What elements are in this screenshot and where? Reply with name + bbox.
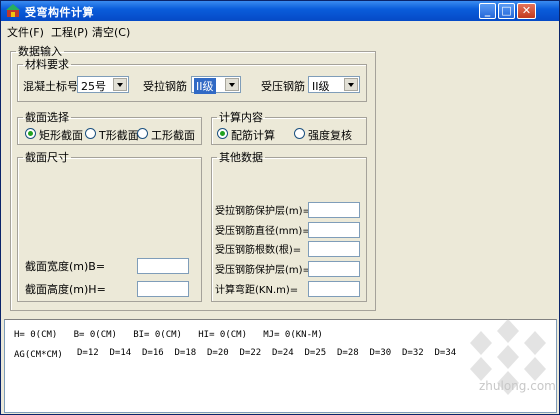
section-width-input[interactable] bbox=[137, 258, 189, 274]
diameter-value: D=24 bbox=[272, 348, 294, 358]
chevron-down-icon[interactable] bbox=[344, 78, 358, 91]
radio-t-section[interactable] bbox=[85, 128, 96, 139]
compression-cover-input[interactable] bbox=[308, 261, 360, 277]
other-data-legend: 其他数据 bbox=[219, 151, 263, 164]
window-title: 受弯构件计算 bbox=[25, 6, 94, 19]
diameter-value: D=18 bbox=[174, 348, 197, 358]
output-line-ag-label: AG(CM*CM) bbox=[14, 350, 63, 360]
diameter-value: D=22 bbox=[239, 348, 262, 358]
menu-file[interactable]: 文件(F) bbox=[7, 24, 44, 40]
app-window: 受弯构件计算 _ □ ✕ 文件(F) 工程(P) 清空(C) 数据输入 材料要求… bbox=[0, 0, 560, 415]
compression-steel-label: 受压钢筋 bbox=[261, 80, 305, 93]
tension-steel-label: 受拉钢筋 bbox=[143, 80, 187, 93]
compression-diameter-input[interactable] bbox=[308, 222, 360, 238]
compression-count-input[interactable] bbox=[308, 241, 360, 257]
moment-input[interactable] bbox=[308, 281, 360, 297]
concrete-grade-label: 混凝土标号 bbox=[23, 80, 78, 93]
design-calc-label: 配筋计算 bbox=[231, 129, 275, 142]
radio-strength-check[interactable] bbox=[294, 128, 305, 139]
diameter-value: D=28 bbox=[337, 348, 359, 358]
section-size-group: 截面尺寸 bbox=[17, 149, 202, 302]
output-line-dimensions: H= 0(CM) B= 0(CM) BI= 0(CM) HI= 0(CM) MJ… bbox=[14, 330, 323, 340]
menu-clear[interactable]: 清空(C) bbox=[92, 24, 130, 40]
i-section-label: 工形截面 bbox=[151, 129, 195, 142]
diameter-value: D=20 bbox=[207, 348, 229, 358]
title-bar[interactable]: 受弯构件计算 _ □ ✕ bbox=[1, 1, 559, 21]
close-button[interactable]: ✕ bbox=[517, 3, 536, 19]
maximize-button[interactable]: □ bbox=[498, 3, 515, 19]
menu-bar: 文件(F) 工程(P) 清空(C) bbox=[1, 21, 559, 39]
section-width-label: 截面宽度(m)B= bbox=[25, 260, 106, 273]
radio-rect-section[interactable] bbox=[25, 128, 36, 139]
material-legend: 材料要求 bbox=[25, 58, 69, 71]
tension-steel-value: II级 bbox=[194, 78, 216, 94]
diameter-value: D=16 bbox=[142, 348, 164, 358]
watermark-text: zhulong.com bbox=[479, 379, 556, 393]
concrete-grade-value: 25号 bbox=[81, 80, 106, 93]
compression-count-label: 受压钢筋根数(根)= bbox=[215, 245, 302, 256]
section-size-legend: 截面尺寸 bbox=[25, 151, 69, 164]
diameter-value: D=32 bbox=[402, 348, 424, 358]
minimize-button[interactable]: _ bbox=[479, 3, 496, 19]
diameter-value: D=34 bbox=[434, 348, 457, 358]
section-height-label: 截面高度(m)H= bbox=[25, 283, 106, 296]
radio-design-calc[interactable] bbox=[217, 128, 228, 139]
diameter-value: D=25 bbox=[304, 348, 327, 358]
strength-check-label: 强度复核 bbox=[308, 129, 352, 142]
compression-steel-value: II级 bbox=[312, 80, 330, 93]
diameter-value: D=30 bbox=[369, 348, 392, 358]
tension-steel-select[interactable]: II级 bbox=[191, 76, 241, 94]
compression-cover-label: 受压钢筋保护层(m)= bbox=[215, 265, 311, 276]
chevron-down-icon[interactable] bbox=[225, 78, 239, 91]
app-icon bbox=[6, 4, 20, 17]
section-select-legend: 截面选择 bbox=[25, 111, 69, 124]
radio-i-section[interactable] bbox=[137, 128, 148, 139]
menu-project[interactable]: 工程(P) bbox=[51, 24, 88, 40]
tension-cover-label: 受拉钢筋保护层(m)= bbox=[215, 206, 311, 217]
compression-steel-select[interactable]: II级 bbox=[308, 76, 360, 93]
diameter-value: D=12 bbox=[77, 348, 99, 358]
section-height-input[interactable] bbox=[137, 281, 189, 297]
moment-label: 计算弯距(KN.m)= bbox=[215, 285, 299, 296]
t-section-label: T形截面 bbox=[99, 129, 139, 142]
tension-cover-input[interactable] bbox=[308, 202, 360, 218]
concrete-grade-select[interactable]: 25号 bbox=[77, 76, 129, 93]
compression-diameter-label: 受压钢筋直径(mm)= bbox=[215, 226, 311, 237]
chevron-down-icon[interactable] bbox=[113, 78, 127, 91]
diameter-value: D=14 bbox=[109, 348, 132, 358]
rect-section-label: 矩形截面 bbox=[39, 129, 83, 142]
calc-content-legend: 计算内容 bbox=[219, 111, 263, 124]
